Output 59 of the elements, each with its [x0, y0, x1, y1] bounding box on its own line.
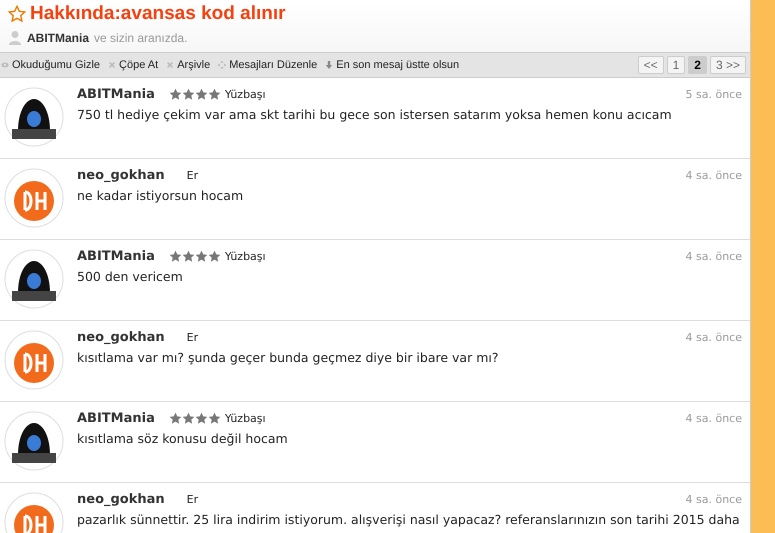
author-name[interactable]: ABITMania [77, 249, 155, 264]
star-icon [168, 250, 182, 263]
participant-name[interactable]: ABITMania [27, 31, 90, 45]
avatar-drawing [4, 249, 64, 309]
toolbar-button[interactable]: Mesajları Düzenle [217, 59, 322, 71]
message-time: 5 sa. önce [686, 88, 742, 101]
message-text: 750 tl hediye çekim var ama skt tarihi bu gece son istersen satarım yoksa hemen konu acıcam [77, 107, 673, 122]
message-text: 500 den vericem [77, 269, 184, 284]
avatar-drawing [4, 330, 64, 390]
rank-label: Yüzbaşı [224, 250, 266, 263]
author-name[interactable]: neo_gokhan [77, 168, 165, 183]
toolbar-button[interactable]: Çöpe At [107, 59, 164, 71]
avatar-drawing [4, 411, 64, 471]
star-icon [208, 250, 221, 263]
star-icon [194, 250, 208, 263]
toolbar-button[interactable]: Arşivle [165, 59, 216, 71]
cross-icon [166, 61, 174, 69]
author-name[interactable]: neo_gokhan [77, 330, 165, 345]
toolbar-button[interactable]: En son mesaj üstte olsun [324, 59, 464, 71]
avatar-drawing [4, 168, 64, 228]
star-icon [168, 88, 182, 101]
rank-label: Er [186, 493, 198, 506]
rank-label: Yüzbaşı [224, 88, 266, 101]
page-button[interactable]: << [638, 56, 664, 74]
rank-label: Yüzbaşı [224, 412, 266, 425]
participants-text: ve sizin aranızda. [94, 31, 188, 45]
message-text: kısıtlama söz konusu değil hocam [77, 431, 289, 446]
star-icon [194, 412, 208, 425]
author-name[interactable]: ABITMania [77, 87, 155, 102]
user-icon [8, 30, 22, 46]
rank-label: Er [186, 169, 198, 182]
star-icon [182, 412, 195, 425]
message-text: kısıtlama var mı? şunda geçer bunda geçmez diye bir ibare var mı? [77, 350, 500, 365]
message-time: 4 sa. önce [686, 331, 742, 344]
rank-label: Er [186, 331, 198, 344]
author-name[interactable]: neo_gokhan [77, 492, 165, 507]
message-time: 4 sa. önce [686, 493, 742, 506]
down-arrow-icon [325, 61, 334, 69]
page-button[interactable]: 1 [666, 56, 686, 74]
star-icon[interactable] [8, 5, 26, 23]
move-icon [218, 61, 226, 69]
message-text: pazarlık sünnettir. 25 lira indirim istiyorum. alışverişi nasıl yapacaz? referanslarınızın son tarihi 2015 daha [77, 512, 741, 527]
star-icon [182, 250, 195, 263]
star-icon [208, 88, 221, 101]
message-time: 4 sa. önce [686, 250, 742, 263]
author-name[interactable]: ABITMania [77, 411, 155, 426]
star-icon [208, 412, 221, 425]
page-button[interactable]: 2 [688, 56, 707, 74]
star-icon [168, 412, 182, 425]
star-icon [194, 88, 208, 101]
message-time: 4 sa. önce [686, 169, 742, 182]
conversation-title: Hakkında:avansas kod alınır [30, 3, 286, 25]
star-icon [182, 88, 195, 101]
avatar-drawing [4, 87, 64, 147]
cross-icon [108, 61, 116, 69]
page-button[interactable]: 3 >> [710, 56, 746, 74]
toolbar-button[interactable]: Okuduğumu Gizle [0, 59, 106, 71]
message-time: 4 sa. önce [686, 412, 742, 425]
message-text: ne kadar istiyorsun hocam [77, 188, 244, 203]
